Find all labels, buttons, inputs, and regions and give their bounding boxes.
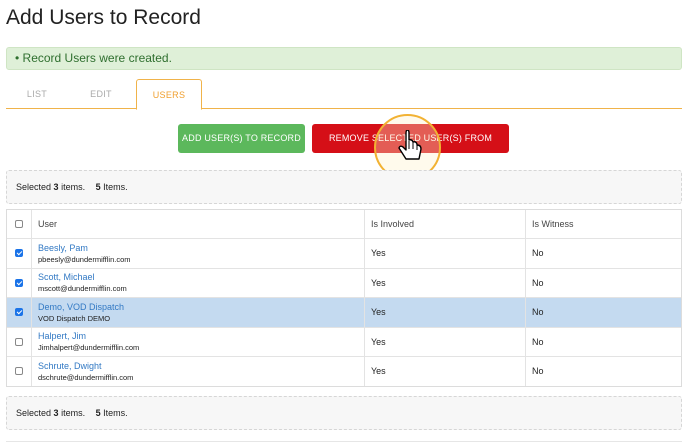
tab-edit[interactable]: EDIT [68, 79, 134, 109]
row-checkbox[interactable] [15, 367, 23, 376]
row-checkbox[interactable] [15, 308, 23, 317]
selection-summary-top: Selected 3 items. 5 Items. [6, 170, 682, 204]
involved-value: Yes [364, 327, 525, 356]
user-email: dschrute@dundermifflin.com [38, 372, 134, 382]
column-header-witness[interactable]: Is Witness [525, 210, 681, 238]
user-email: pbeesly@dundermifflin.com [38, 254, 131, 264]
row-checkbox[interactable] [15, 278, 23, 287]
users-table: User Is Involved Is Witness Beesly, Pam … [6, 209, 682, 387]
divider [6, 441, 682, 442]
column-header-involved[interactable]: Is Involved [364, 210, 525, 238]
witness-value: No [525, 298, 681, 327]
success-alert: • Record Users were created. [6, 47, 682, 70]
column-header-user[interactable]: User [31, 210, 364, 238]
table-row[interactable]: Beesly, Pam pbeesly@dundermifflin.com Ye… [7, 238, 681, 268]
witness-value: No [525, 239, 681, 268]
user-name-link[interactable]: Schrute, Dwight [38, 360, 102, 372]
table-row[interactable]: Scott, Michael mscott@dundermifflin.com … [7, 267, 681, 297]
involved-value: Yes [364, 357, 525, 386]
selection-summary-bottom: Selected 3 items. 5 Items. [6, 396, 682, 430]
involved-value: Yes [364, 239, 525, 268]
user-email: Jimhalpert@dundermifflin.com [38, 343, 140, 353]
witness-value: No [525, 357, 681, 386]
user-email: VOD Dispatch DEMO [38, 313, 111, 323]
table-row[interactable]: Schrute, Dwight dschrute@dundermifflin.c… [7, 356, 681, 386]
witness-value: No [525, 327, 681, 356]
witness-value: No [525, 268, 681, 297]
row-checkbox[interactable] [15, 337, 23, 346]
user-name-link[interactable]: Beesly, Pam [38, 242, 88, 254]
tab-list[interactable]: LIST [6, 79, 68, 109]
user-name-link[interactable]: Halpert, Jim [38, 330, 86, 342]
table-row[interactable]: Halpert, Jim Jimhalpert@dundermifflin.co… [7, 326, 681, 356]
page-title: Add Users to Record [6, 6, 201, 29]
row-checkbox[interactable] [15, 249, 23, 258]
user-name-link[interactable]: Demo, VOD Dispatch [38, 301, 124, 313]
user-email: mscott@dundermifflin.com [38, 284, 127, 294]
user-name-link[interactable]: Scott, Michael [38, 271, 95, 283]
table-header-row: User Is Involved Is Witness [7, 210, 681, 238]
record-tabs: LIST EDIT USERS [6, 79, 682, 110]
involved-value: Yes [364, 268, 525, 297]
add-users-button[interactable]: ADD USER(S) TO RECORD [178, 124, 305, 153]
select-all-checkbox[interactable] [15, 220, 23, 228]
tab-users[interactable]: USERS [136, 79, 202, 110]
table-row[interactable]: Demo, VOD Dispatch VOD Dispatch DEMO Yes… [7, 297, 681, 327]
involved-value: Yes [364, 298, 525, 327]
pointer-hand-icon [398, 130, 422, 160]
